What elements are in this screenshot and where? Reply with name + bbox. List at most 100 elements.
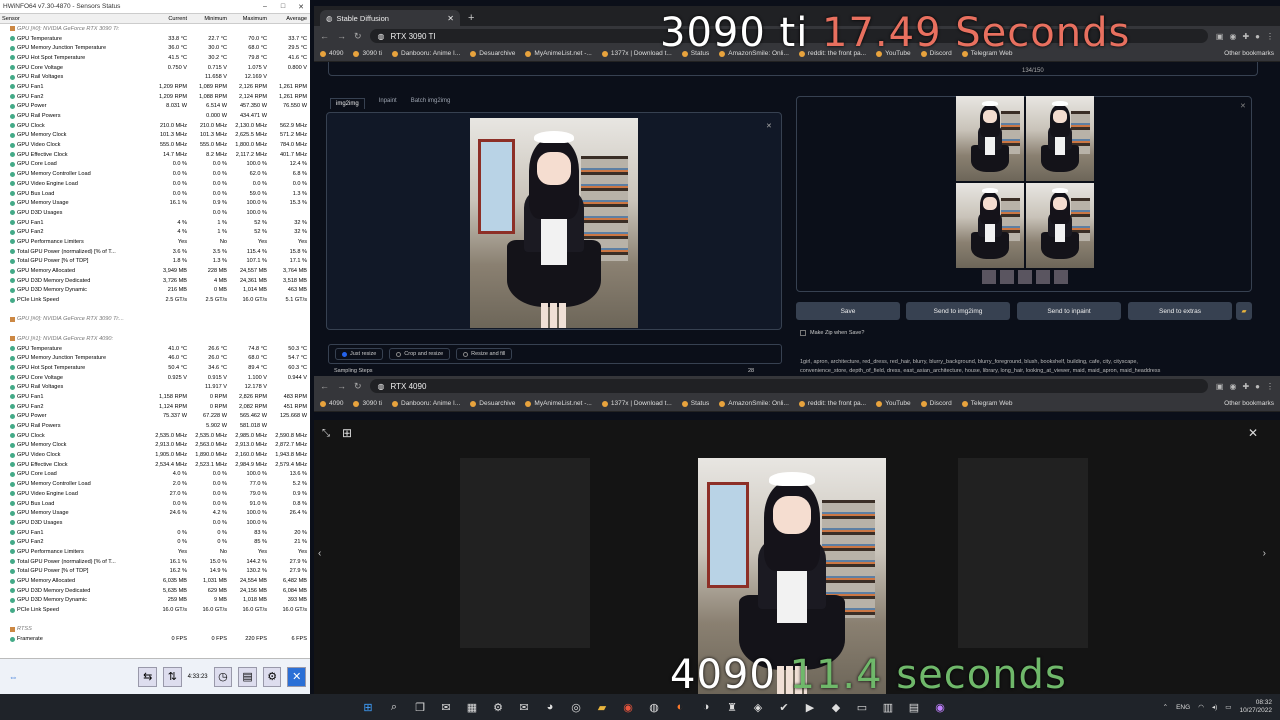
sensor-row[interactable]: GPU Video Clock 1,905.0 MHz 1,890.0 MHz 2,1… [0,450,310,460]
site-info-icon[interactable]: ◍ [378,382,385,391]
bookmark-item[interactable]: Status [681,400,709,407]
bookmark-item[interactable]: Desuarchive [470,400,515,407]
extension-icon[interactable]: ▣ [1216,382,1224,391]
sensor-row[interactable]: GPU Rail Voltages 11.917 V 12.178 V [0,382,310,392]
address-bar[interactable]: ◍ RTX 4090 [369,379,1208,393]
gallery-image[interactable] [956,96,1024,181]
sensor-row[interactable]: GPU Clock 210.0 MHz 210.0 MHz 2,130.0 MHz 56… [0,121,310,131]
sensor-row[interactable]: GPU Video Engine Load 0.0 % 0.0 % 0.0 % 0.0 … [0,179,310,189]
profile-icon[interactable]: ● [1255,32,1260,41]
sensor-group-header[interactable]: GPU [#1]: NVIDIA GeForce RTX 4090: [0,334,310,344]
sensor-row[interactable]: GPU Bus Load 0.0 % 0.0 % 59.0 % 1.3 % [0,189,310,199]
tab-batch-img2img[interactable]: Batch img2img [411,98,451,109]
sensor-row[interactable]: GPU Rail Voltages 11.658 V 12.169 V [0,72,310,82]
output-gallery[interactable] [956,96,1094,268]
puzzle-icon[interactable]: ✚ [1242,382,1249,391]
bookmark-item[interactable]: Desuarchive [470,50,515,57]
gallery-image[interactable] [956,183,1024,268]
chat-icon[interactable]: ✉ [436,697,456,717]
bookmark-item[interactable]: 4090 [320,400,343,407]
bookmark-item[interactable]: Danbooru: Anime I... [392,50,460,57]
volume-icon[interactable]: ◂) [1212,703,1217,711]
sensor-row[interactable]: GPU Memory Clock 2,913.0 MHz 2,563.0 MHz 2,… [0,441,310,451]
sensor-row[interactable] [0,324,310,334]
radio-crop-resize[interactable]: Crop and resize [389,348,451,360]
checkbox-icon[interactable] [800,330,806,336]
gallery-image[interactable] [1026,183,1094,268]
sensor-row[interactable]: GPU Memory Usage 16.1 % 0.9 % 100.0 % 15.3 % [0,198,310,208]
bookmark-item[interactable]: AmazonSmile: Onli... [719,400,789,407]
tab-stable-diffusion[interactable]: ◍ Stable Diffusion ✕ [320,10,460,26]
notepad-icon[interactable]: ▤ [904,697,924,717]
sensor-row[interactable]: GPU Rail Powers 5.902 W 581.018 W [0,421,310,431]
gear-icon[interactable]: ⚙ [262,666,282,687]
close-icon[interactable]: ✕ [292,3,310,11]
language-indicator[interactable]: ENG [1176,704,1190,711]
app-icon[interactable]: ✔ [774,697,794,717]
sensor-group-header[interactable]: RTSS [0,625,310,635]
sensor-row[interactable]: GPU D3D Memory Dynamic 259 MB 9 MB 1,018 MB… [0,596,310,606]
profile-icon[interactable]: ● [1255,382,1260,391]
tab-inpaint[interactable]: Inpaint [379,98,397,109]
minimize-icon[interactable]: – [256,3,274,11]
site-info-icon[interactable]: ◍ [378,32,385,41]
nav-arrows-icon[interactable]: ⇔ [4,667,22,687]
firefox-icon[interactable]: ◐ [670,697,690,717]
col-sensor[interactable]: Sensor [0,16,150,22]
save-button[interactable]: Save [796,302,900,320]
reload-icon[interactable]: ↻ [354,31,362,42]
sensor-row[interactable]: GPU Memory Controller Load 0.0 % 0.0 % 62.0… [0,169,310,179]
extension-icon[interactable]: ▣ [1216,32,1224,41]
sensor-row[interactable]: GPU Fan1 0 % 0 % 83 % 20 % [0,528,310,538]
sensor-row[interactable]: GPU Memory Allocated 3,949 MB 228 MB 24,557… [0,266,310,276]
sensor-row[interactable]: GPU Memory Allocated 6,035 MB 1,031 MB 24,5… [0,576,310,586]
menu-icon[interactable]: ⋮ [1266,32,1274,41]
sensor-row[interactable]: GPU Power 8.031 W 6.514 W 457.350 W 76.550 W [0,102,310,112]
sensor-row[interactable]: GPU Core Load 0.0 % 0.0 % 100.0 % 12.4 % [0,160,310,170]
sensor-row[interactable]: GPU Bus Load 0.0 % 0.0 % 91.0 % 0.8 % [0,499,310,509]
sensor-row[interactable]: PCIe Link Speed 16.0 GT/s 16.0 GT/s 16.0 GT… [0,605,310,615]
sensor-row[interactable]: GPU Hot Spot Temperature 41.5 °C 30.2 °C 79… [0,53,310,63]
thumbnail[interactable] [1054,270,1068,284]
bookmark-item[interactable]: MyAnimeList.net -... [525,50,592,57]
reload-icon[interactable]: ↻ [354,381,362,392]
bookmark-item[interactable]: YouTube [876,400,911,407]
send-to-inpaint-button[interactable]: Send to inpaint [1017,302,1121,320]
lightbox-close-icon[interactable]: ✕ [1248,426,1258,440]
battery-icon[interactable]: ▭ [1225,703,1231,711]
sensor-row[interactable]: GPU Clock 2,535.0 MHz 2,535.0 MHz 2,985.0 M… [0,431,310,441]
clock-icon[interactable]: ◷ [213,666,233,687]
tray-chevron-icon[interactable]: ⌃ [1163,703,1168,711]
sensor-row[interactable]: GPU D3D Memory Dynamic 216 MB 0 MB 1,014 MB… [0,286,310,296]
sensor-row[interactable]: GPU Fan1 1,209 RPM 1,089 RPM 2,126 RPM 1,261… [0,82,310,92]
sensor-row[interactable]: Total GPU Power [% of TDP] 1.8 % 1.3 % 107.… [0,257,310,267]
send-to-extras-button[interactable]: Send to extras [1128,302,1232,320]
puzzle-icon[interactable]: ✚ [1242,32,1249,41]
sensor-row[interactable]: GPU Memory Junction Temperature 36.0 °C 30… [0,43,310,53]
bookmark-item[interactable]: MyAnimeList.net -... [525,400,592,407]
app-icon[interactable]: ◆ [826,697,846,717]
app-icon[interactable]: ♜ [722,697,742,717]
sensor-row[interactable]: GPU Video Clock 555.0 MHz 555.0 MHz 1,800.0… [0,140,310,150]
sensor-row[interactable]: GPU Memory Clock 101.3 MHz 101.3 MHz 2,625.… [0,131,310,141]
task-view-icon[interactable]: ❐ [410,697,430,717]
sensor-row[interactable]: GPU Memory Junction Temperature 46.0 °C 26… [0,353,310,363]
bookmark-item[interactable]: reddit: the front pa... [798,400,866,407]
search-icon[interactable]: ⌕ [384,697,404,717]
bookmark-item[interactable]: 1377x | Download t... [601,400,672,407]
back-icon[interactable]: ← [320,381,329,391]
gallery-image[interactable] [1026,96,1094,181]
maximize-icon[interactable]: □ [274,3,292,11]
sensor-row[interactable]: GPU Memory Usage 24.6 % 4.2 % 100.0 % 26.4 % [0,508,310,518]
radio-just-resize[interactable]: Just resize [335,348,384,360]
discord-icon[interactable]: ◕ [540,697,560,717]
close-button[interactable]: ✕ [287,666,307,687]
sensor-row[interactable]: GPU Memory Controller Load 2.0 % 0.0 % 77.0… [0,479,310,489]
col-current[interactable]: Current [150,16,190,22]
clear-image-icon[interactable]: ✕ [766,122,772,130]
network-icon[interactable]: ⇆ [138,666,158,687]
network-icon[interactable]: ◠ [1198,703,1204,711]
clock[interactable]: 08:32 10/27/2022 [1239,699,1272,715]
col-minimum[interactable]: Minimum [190,16,230,22]
sensor-row[interactable]: Framerate 0 FPS 0 FPS 220 FPS 6 FPS [0,634,310,644]
